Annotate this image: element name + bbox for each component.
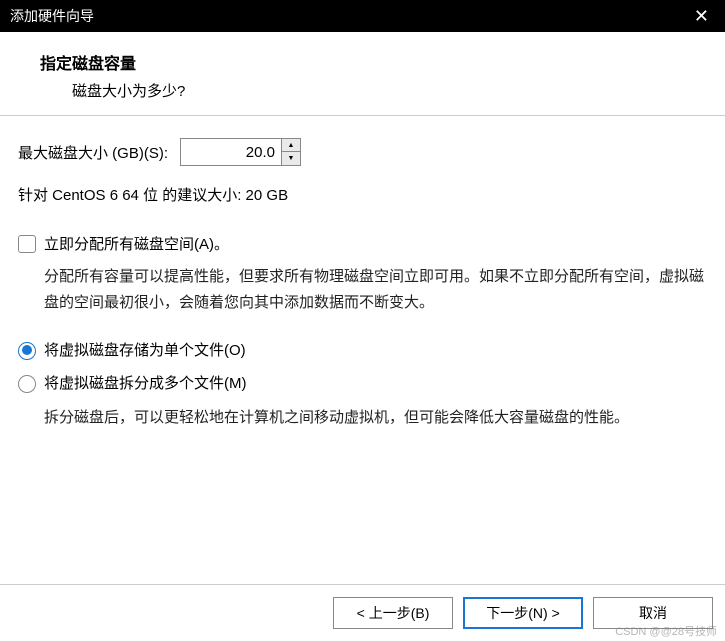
allocate-now-option: 立即分配所有磁盘空间(A)。	[18, 233, 707, 254]
spinner-down-icon[interactable]: ▼	[282, 152, 300, 165]
content-area: 最大磁盘大小 (GB)(S): ▲ ▼ 针对 CentOS 6 64 位 的建议…	[0, 116, 725, 431]
wizard-header: 指定磁盘容量 磁盘大小为多少?	[0, 32, 725, 116]
page-title: 指定磁盘容量	[40, 50, 695, 74]
disk-size-row: 最大磁盘大小 (GB)(S): ▲ ▼	[18, 138, 707, 166]
multi-file-label: 将虚拟磁盘拆分成多个文件(M)	[44, 372, 247, 393]
disk-size-label: 最大磁盘大小 (GB)(S):	[18, 142, 168, 163]
next-button[interactable]: 下一步(N) >	[463, 597, 583, 629]
allocate-now-checkbox[interactable]	[18, 235, 36, 253]
titlebar: 添加硬件向导 ✕	[0, 0, 725, 32]
disk-size-spinner[interactable]: ▲ ▼	[180, 138, 301, 166]
recommended-size-text: 针对 CentOS 6 64 位 的建议大小: 20 GB	[18, 184, 707, 205]
multi-file-option: 将虚拟磁盘拆分成多个文件(M)	[18, 372, 707, 393]
allocate-now-label: 立即分配所有磁盘空间(A)。	[44, 233, 229, 254]
disk-size-input[interactable]	[181, 139, 281, 165]
back-button[interactable]: < 上一步(B)	[333, 597, 453, 629]
window-title: 添加硬件向导	[10, 6, 94, 26]
storage-radio-group: 将虚拟磁盘存储为单个文件(O) 将虚拟磁盘拆分成多个文件(M) 拆分磁盘后，可以…	[18, 339, 707, 431]
multi-file-radio[interactable]	[18, 375, 36, 393]
close-icon[interactable]: ✕	[688, 6, 715, 27]
multi-file-description: 拆分磁盘后，可以更轻松地在计算机之间移动虚拟机，但可能会降低大容量磁盘的性能。	[44, 405, 707, 431]
single-file-radio[interactable]	[18, 342, 36, 360]
single-file-label: 将虚拟磁盘存储为单个文件(O)	[44, 339, 246, 360]
cancel-button[interactable]: 取消	[593, 597, 713, 629]
spinner-up-icon[interactable]: ▲	[282, 139, 300, 152]
page-subtitle: 磁盘大小为多少?	[72, 80, 695, 101]
single-file-option: 将虚拟磁盘存储为单个文件(O)	[18, 339, 707, 360]
wizard-footer: < 上一步(B) 下一步(N) > 取消	[0, 584, 725, 641]
spinner-buttons: ▲ ▼	[281, 139, 300, 165]
allocate-now-description: 分配所有容量可以提高性能，但要求所有物理磁盘空间立即可用。如果不立即分配所有空间…	[44, 264, 707, 315]
